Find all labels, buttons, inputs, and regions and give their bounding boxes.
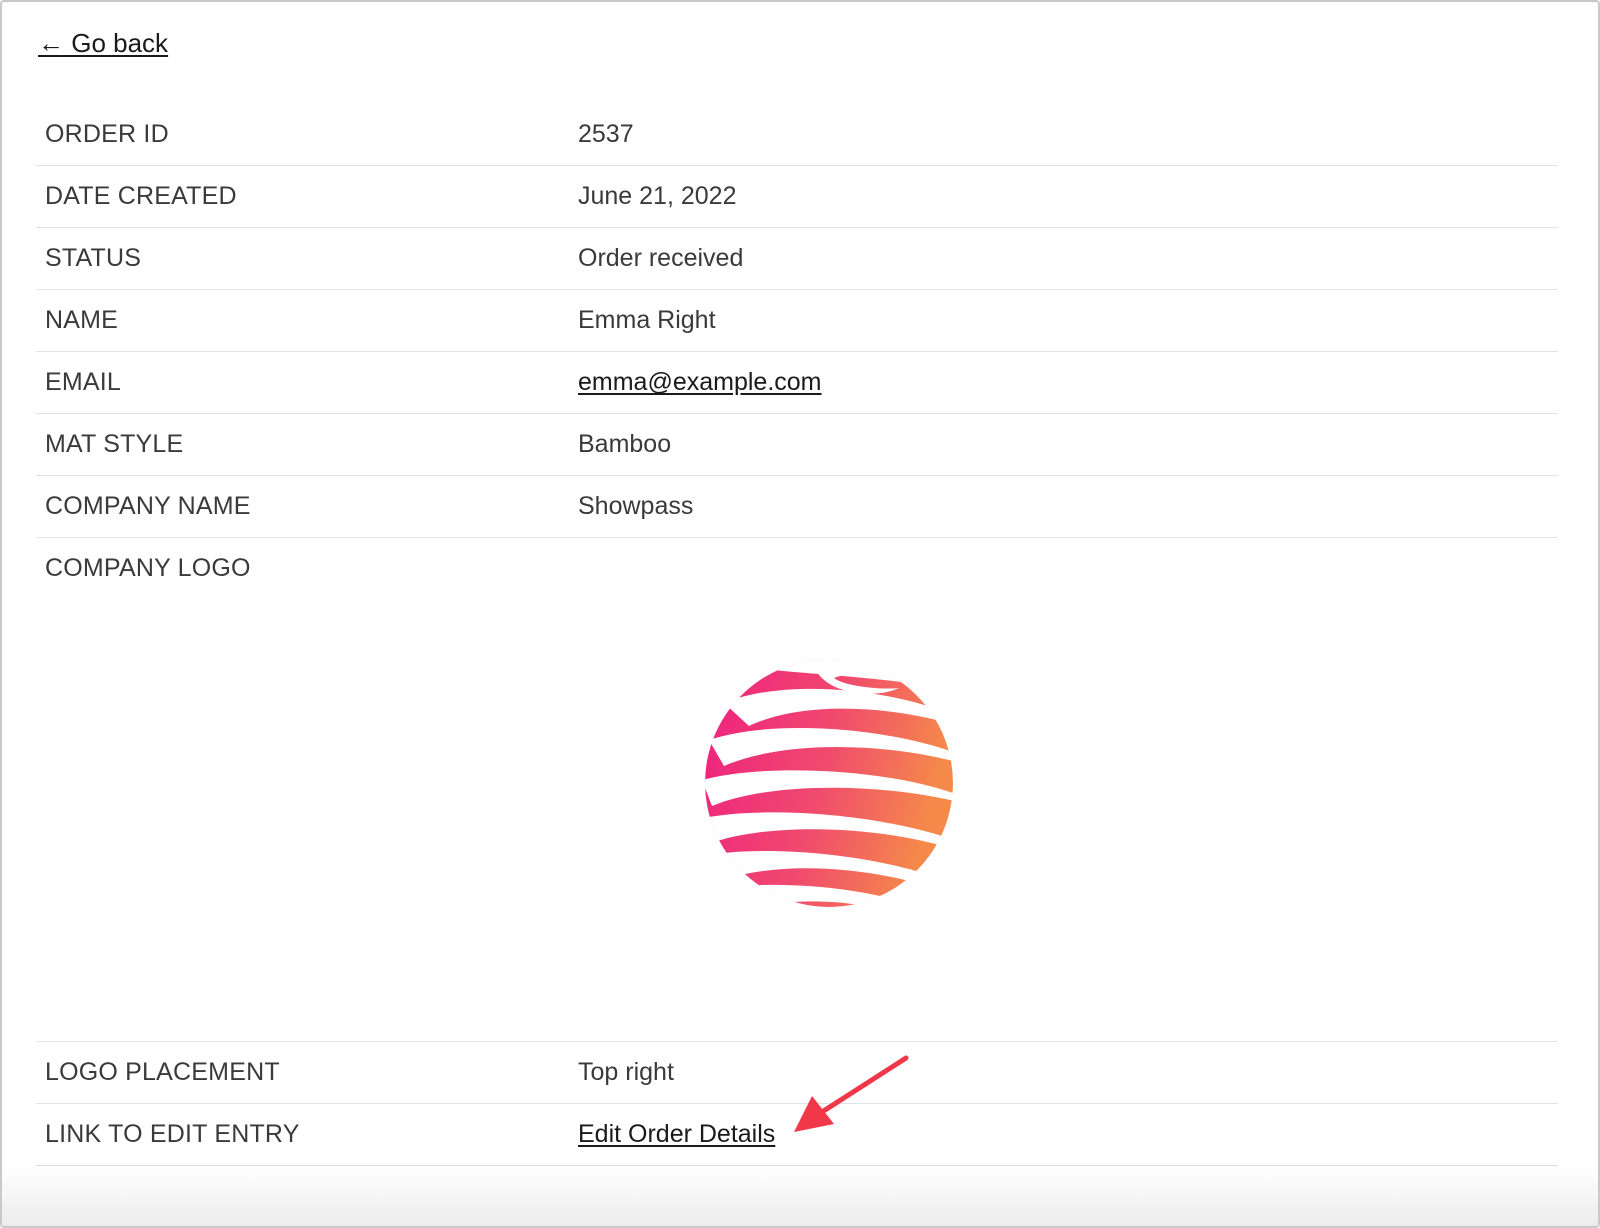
row-label-name: NAME [45,306,119,334]
row-value-date-created: June 21, 2022 [578,182,737,210]
table-row: NAME Emma Right [36,290,1558,352]
row-value-order-id: 2537 [578,120,634,148]
row-label-status: STATUS [45,244,142,272]
table-row: LINK TO EDIT ENTRY Edit Order Details [36,1104,1558,1166]
table-row: COMPANY LOGO [36,538,1558,1042]
email-link[interactable]: emma@example.com [578,368,822,397]
bottom-shadow [2,1166,1598,1226]
row-label-logo-placement: LOGO PLACEMENT [45,1058,280,1086]
row-label-company-logo: COMPANY LOGO [45,554,251,582]
row-label-company-name: COMPANY NAME [45,492,251,520]
order-details-page: ← Go back ORDER ID 2537 DATE CREATED Jun… [0,0,1600,1228]
table-row: MAT STYLE Bamboo [36,414,1558,476]
row-value-mat-style: Bamboo [578,430,672,458]
row-value-logo-placement: Top right [578,1058,674,1086]
table-row: LOGO PLACEMENT Top right [36,1042,1558,1104]
go-back-link[interactable]: ← Go back [38,28,168,59]
table-row: DATE CREATED June 21, 2022 [36,166,1558,228]
order-details-table: ORDER ID 2537 DATE CREATED June 21, 2022… [36,104,1558,1166]
edit-order-details-link[interactable]: Edit Order Details [578,1120,775,1149]
row-label-order-id: ORDER ID [45,120,169,148]
table-row: EMAIL emma@example.com [36,352,1558,414]
row-label-date-created: DATE CREATED [45,182,237,210]
company-logo-image [694,648,964,918]
table-row: COMPANY NAME Showpass [36,476,1558,538]
row-value-company-name: Showpass [578,492,694,520]
table-row: ORDER ID 2537 [36,104,1558,166]
row-label-mat-style: MAT STYLE [45,430,184,458]
row-value-status: Order received [578,244,744,272]
row-value-name: Emma Right [578,306,716,334]
row-label-email: EMAIL [45,368,122,396]
table-row: STATUS Order received [36,228,1558,290]
row-label-link-to-edit-entry: LINK TO EDIT ENTRY [45,1120,300,1148]
striped-sphere-logo-icon [705,659,953,907]
